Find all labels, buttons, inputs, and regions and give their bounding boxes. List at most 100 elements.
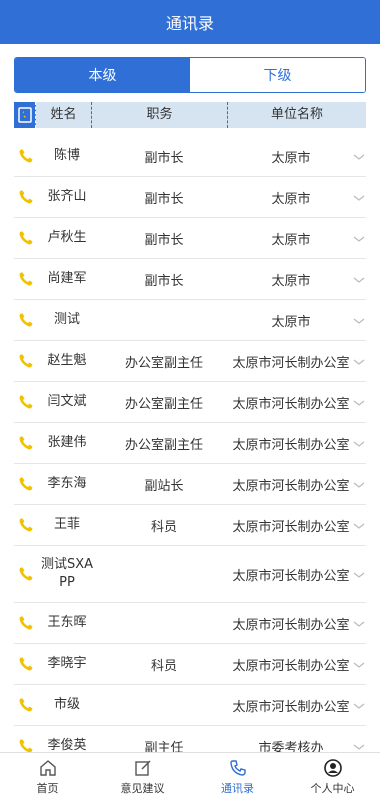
contact-unit: 太原市河长制办公室: [232, 699, 350, 715]
table-row[interactable]: 市级 太原市河长制办公室: [14, 685, 366, 726]
call-phone-icon[interactable]: [14, 271, 38, 287]
tab-home-label: 首页: [36, 782, 59, 795]
call-phone-icon[interactable]: [14, 517, 38, 533]
edit-icon: [134, 760, 150, 776]
contact-unit: 太原市河长制办公室: [232, 519, 350, 535]
contact-unit: 太原市: [271, 191, 311, 207]
contact-position: 副站长: [144, 478, 184, 494]
tab-contacts-label: 通讯录: [221, 782, 254, 795]
call-phone-icon[interactable]: [14, 189, 38, 205]
phone-icon: [229, 760, 246, 776]
table-row[interactable]: 张建伟 办公室副主任 太原市河长制办公室: [14, 423, 366, 464]
contact-position: 办公室副主任: [124, 396, 203, 412]
contact-unit: 太原市河长制办公室: [232, 478, 350, 494]
contact-list: 陈博 副市长 太原市 张齐山 副市长 太原市 卢秋生 副市长 太原市 尚建军 副市长 太原市 测试 太原市…: [14, 136, 366, 767]
chevron-down-icon[interactable]: [352, 315, 366, 325]
chevron-down-icon[interactable]: [352, 659, 366, 669]
contact-unit: 太原市河长制办公室: [232, 396, 350, 412]
contact-unit: 太原市: [271, 273, 311, 289]
call-phone-icon[interactable]: [14, 230, 38, 246]
contact-name: 测试SXAPP: [40, 557, 94, 590]
contact-name: 李晓宇: [47, 656, 87, 671]
tab-this-level[interactable]: 本级: [15, 58, 190, 92]
call-phone-icon[interactable]: [14, 566, 38, 582]
call-phone-icon[interactable]: [14, 353, 38, 369]
chevron-down-icon[interactable]: [352, 700, 366, 710]
contact-name: 尚建军: [47, 271, 87, 286]
call-phone-icon[interactable]: [14, 312, 38, 328]
call-phone-icon[interactable]: [14, 697, 38, 713]
contact-unit: 太原市河长制办公室: [232, 568, 350, 584]
tab-contacts[interactable]: 通讯录: [190, 753, 285, 801]
call-phone-icon[interactable]: [14, 435, 38, 451]
chevron-down-icon[interactable]: [352, 618, 366, 628]
phone-book-icon: [14, 102, 36, 128]
contact-unit: 太原市: [271, 314, 311, 330]
contact-name: 李东海: [47, 476, 87, 491]
table-row[interactable]: 测试SXAPP 太原市河长制办公室: [14, 546, 366, 603]
contact-unit: 太原市河长制办公室: [232, 437, 350, 453]
contact-unit: 太原市河长制办公室: [232, 355, 350, 371]
contact-name: 陈博: [53, 148, 80, 163]
contact-name: 王东晖: [47, 615, 87, 630]
contact-name: 闫文斌: [47, 394, 87, 409]
table-row[interactable]: 张齐山 副市长 太原市: [14, 177, 366, 218]
table-row[interactable]: 王东晖 太原市河长制办公室: [14, 603, 366, 644]
table-row[interactable]: 闫文斌 办公室副主任 太原市河长制办公室: [14, 382, 366, 423]
chevron-down-icon[interactable]: [352, 397, 366, 407]
chevron-down-icon[interactable]: [352, 356, 366, 366]
contact-position: 副市长: [144, 150, 184, 166]
contact-position: 副市长: [144, 273, 184, 289]
home-icon: [39, 760, 56, 776]
level-segmented-control: 本级 下级: [14, 57, 366, 93]
bottom-tab-bar: 首页 意见建议 通讯录 个人中心: [0, 752, 380, 801]
table-row[interactable]: 李东海 副站长 太原市河长制办公室: [14, 464, 366, 505]
table-row[interactable]: 陈博 副市长 太原市: [14, 136, 366, 177]
table-header: 姓名 职务 单位名称: [14, 102, 366, 128]
table-row[interactable]: 李晓宇 科员 太原市河长制办公室: [14, 644, 366, 685]
contact-position: 办公室副主任: [124, 355, 203, 371]
call-phone-icon[interactable]: [14, 656, 38, 672]
column-header-unit: 单位名称: [270, 107, 323, 122]
contact-unit: 太原市河长制办公室: [232, 617, 350, 633]
chevron-down-icon[interactable]: [352, 233, 366, 243]
chevron-down-icon[interactable]: [352, 151, 366, 161]
column-header-name: 姓名: [36, 102, 92, 128]
chevron-down-icon[interactable]: [352, 274, 366, 284]
contact-name: 张齐山: [47, 189, 87, 204]
contact-position: 副市长: [144, 191, 184, 207]
contact-name: 王菲: [53, 517, 80, 532]
contact-name: 测试: [53, 312, 80, 327]
call-phone-icon[interactable]: [14, 476, 38, 492]
app-header: 通讯录: [0, 0, 380, 44]
table-row[interactable]: 卢秋生 副市长 太原市: [14, 218, 366, 259]
table-row[interactable]: 尚建军 副市长 太原市: [14, 259, 366, 300]
column-header-position: 职务: [92, 102, 228, 128]
chevron-down-icon[interactable]: [352, 741, 366, 751]
contact-unit: 太原市: [271, 150, 311, 166]
contact-position: 办公室副主任: [124, 437, 203, 453]
call-phone-icon[interactable]: [14, 394, 38, 410]
contact-name: 张建伟: [47, 435, 87, 450]
contact-name: 市级: [53, 697, 80, 712]
chevron-down-icon[interactable]: [352, 192, 366, 202]
page-title: 通讯录: [165, 14, 214, 33]
tab-feedback[interactable]: 意见建议: [95, 753, 190, 801]
chevron-down-icon[interactable]: [352, 569, 366, 579]
tab-sub-level[interactable]: 下级: [190, 58, 365, 92]
table-row[interactable]: 王菲 科员 太原市河长制办公室: [14, 505, 366, 546]
contact-position: 科员: [150, 658, 177, 674]
chevron-down-icon[interactable]: [352, 479, 366, 489]
contact-position: 科员: [150, 519, 177, 535]
call-phone-icon[interactable]: [14, 148, 38, 164]
table-row[interactable]: 测试 太原市: [14, 300, 366, 341]
contact-unit: 太原市: [271, 232, 311, 248]
tab-home[interactable]: 首页: [0, 753, 95, 801]
table-row[interactable]: 赵生魁 办公室副主任 太原市河长制办公室: [14, 341, 366, 382]
user-icon: [323, 759, 342, 777]
call-phone-icon[interactable]: [14, 615, 38, 631]
chevron-down-icon[interactable]: [352, 520, 366, 530]
contact-name: 赵生魁: [47, 353, 87, 368]
tab-profile[interactable]: 个人中心: [285, 753, 380, 801]
chevron-down-icon[interactable]: [352, 438, 366, 448]
